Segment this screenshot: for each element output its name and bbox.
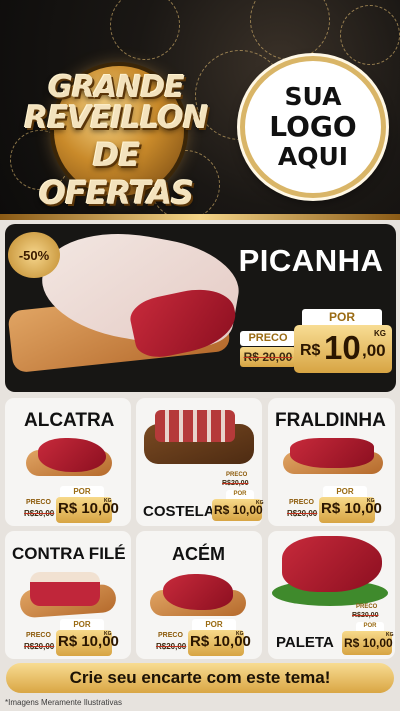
product-name-fraldinha: FRALDINHA bbox=[275, 410, 386, 431]
por-label: POR bbox=[60, 619, 104, 630]
unit-label: KG bbox=[256, 500, 264, 506]
logo-text-line2: LOGO bbox=[269, 110, 357, 143]
price-tag-acem: POR PRECO R$20,00 R$ 10,00 KG bbox=[156, 619, 251, 657]
featured-currency: R$ bbox=[300, 342, 321, 359]
product-name-alcatra: ALCATRA bbox=[24, 410, 115, 431]
old-price: R$20,00 bbox=[24, 509, 55, 518]
event-title-line2: REVEILLON bbox=[24, 100, 208, 136]
preco-label: PRECO bbox=[26, 632, 51, 639]
old-price: R$20,00 bbox=[352, 612, 379, 619]
featured-por-label: POR bbox=[302, 309, 382, 325]
featured-old-price: R$ 20,00 bbox=[240, 347, 296, 367]
logo-text-line3: AQUI bbox=[277, 142, 349, 171]
costela-image bbox=[155, 410, 235, 442]
product-name-acem: ACÉM bbox=[172, 544, 225, 564]
por-label: POR bbox=[192, 619, 236, 630]
preco-label: PRECO bbox=[158, 632, 183, 639]
featured-price-tag: POR PRECO R$ 20,00 R$ 10 ,00 KG bbox=[240, 309, 392, 373]
fraldinha-image bbox=[290, 438, 374, 468]
preco-label: PRECO bbox=[289, 499, 314, 506]
unit-label: KG bbox=[104, 631, 112, 637]
logo-text-line1: SUA bbox=[284, 82, 342, 111]
featured-preco-label: PRECO bbox=[240, 331, 296, 346]
por-label: POR bbox=[60, 486, 104, 497]
alcatra-image bbox=[38, 438, 106, 472]
logo-placeholder: SUA LOGO AQUI bbox=[240, 56, 386, 198]
footnote: *Imagens Meramente Ilustrativas bbox=[5, 698, 122, 707]
price-tag-costela: PRECO R$20,00 POR R$ 10,00 KG bbox=[212, 472, 264, 522]
cta-button[interactable]: Crie seu encarte com este tema! bbox=[6, 663, 394, 693]
featured-price-decimal: ,00 bbox=[362, 341, 386, 360]
old-price: R$20,00 bbox=[287, 509, 318, 518]
old-price: R$20,00 bbox=[24, 642, 55, 651]
current-price: R$ 10,00 bbox=[344, 636, 393, 650]
unit-label: KG bbox=[367, 498, 375, 504]
price-tag-alcatra: POR PRECO R$20,00 R$ 10,00 KG bbox=[24, 486, 119, 524]
event-badge: GRANDE REVEILLON DE OFERTAS bbox=[22, 58, 210, 212]
unit-label: KG bbox=[104, 498, 112, 504]
por-label: POR bbox=[323, 486, 367, 497]
contra-file-image bbox=[30, 572, 100, 606]
unit-label: KG bbox=[386, 632, 394, 638]
product-name-paleta: PALETA bbox=[276, 634, 334, 651]
featured-product-name: PICANHA bbox=[238, 243, 384, 278]
preco-label: PRECO bbox=[356, 604, 378, 610]
old-price: R$20,00 bbox=[222, 480, 249, 487]
old-price: R$20,00 bbox=[156, 642, 187, 651]
preco-label: PRECO bbox=[26, 499, 51, 506]
featured-price-integer: 10 bbox=[324, 329, 361, 366]
paleta-image bbox=[282, 536, 382, 592]
acem-image bbox=[163, 574, 233, 610]
preco-label: PRECO bbox=[226, 472, 248, 478]
product-name-contra-file: CONTRA FILÉ bbox=[12, 544, 126, 563]
price-tag-paleta: PRECO R$20,00 POR R$ 10,00 KG bbox=[342, 604, 394, 656]
price-tag-fraldinha: POR PRECO R$20,00 R$ 10,00 KG bbox=[287, 486, 382, 524]
featured-unit: KG bbox=[374, 329, 386, 338]
product-name-costela: COSTELA bbox=[143, 503, 215, 520]
discount-badge: -50% bbox=[8, 232, 60, 278]
event-title-line3: DE OFERTAS bbox=[38, 136, 194, 212]
unit-label: KG bbox=[236, 631, 244, 637]
featured-price-box: R$ 10 ,00 KG bbox=[294, 325, 392, 373]
price-tag-contra-file: POR PRECO R$20,00 R$ 10,00 KG bbox=[24, 619, 119, 657]
